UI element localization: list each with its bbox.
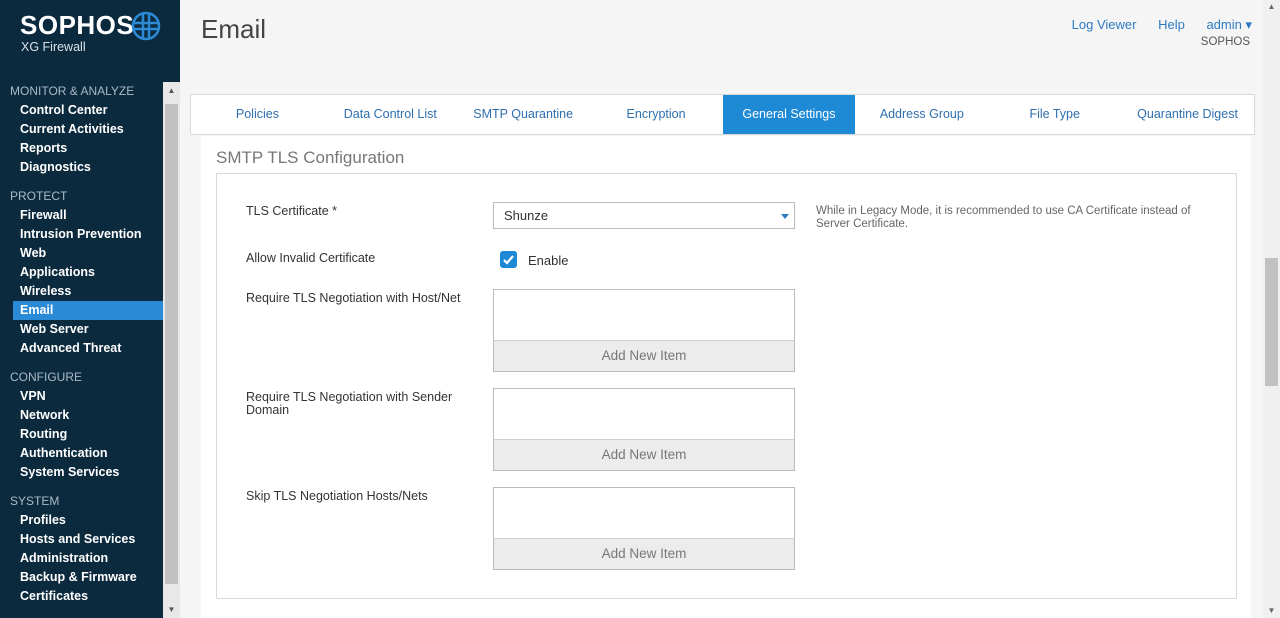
tab-quarantine-digest[interactable]: Quarantine Digest [1121,95,1254,134]
scroll-up-icon[interactable]: ▲ [163,82,180,99]
scroll-down-icon[interactable]: ▼ [1263,604,1280,618]
top-links: Log Viewer Help admin ▾ [1054,17,1252,33]
sidebar-item-diagnostics[interactable]: Diagnostics [13,158,163,177]
sidebar-item-system-services[interactable]: System Services [13,463,163,482]
require-tls-sender-list[interactable]: Add New Item [493,388,795,471]
sidebar-scroll-thumb[interactable] [165,104,178,584]
sidebar-item-routing[interactable]: Routing [13,425,163,444]
section-title: SMTP TLS Configuration [216,148,405,167]
require-tls-sender-label: Require TLS Negotiation with Sender Doma… [246,390,453,417]
brand-logo[interactable]: SOPHOS XG Firewall [0,0,180,72]
sidebar-item-vpn[interactable]: VPN [13,387,163,406]
tls-certificate-hint: While in Legacy Mode, it is recommended … [816,205,1191,230]
add-new-item-button[interactable]: Add New Item [494,439,794,470]
tls-certificate-label: TLS Certificate * [246,204,338,218]
globe-icon [131,11,161,41]
tab-data-control-list[interactable]: Data Control List [324,95,457,134]
sidebar: SOPHOS XG Firewall MONITOR & ANALYZE Con… [0,0,180,618]
tab-policies[interactable]: Policies [191,95,324,134]
sidebar-scrollbar[interactable]: ▲ ▼ [163,82,180,618]
chevron-down-icon [781,214,789,219]
sidebar-item-intrusion-prevention[interactable]: Intrusion Prevention [13,225,163,244]
allow-invalid-checkbox[interactable] [500,251,517,268]
tab-encryption[interactable]: Encryption [590,95,723,134]
tls-certificate-select[interactable]: Shunze [493,202,795,229]
tls-certificate-value: Shunze [504,208,549,223]
nav-section-title: SYSTEM [10,494,60,508]
nav-section-title: MONITOR & ANALYZE [10,84,135,98]
tab-general-settings[interactable]: General Settings [722,95,856,134]
main-content: SMTP TLS Configuration TLS Certificate *… [201,136,1251,618]
enable-label[interactable]: Enable [528,253,568,268]
sidebar-item-advanced-threat[interactable]: Advanced Threat [13,339,163,358]
sidebar-item-hosts-and-services[interactable]: Hosts and Services [13,530,163,549]
brand-name: SOPHOS [20,10,135,40]
scroll-up-icon[interactable]: ▲ [1263,0,1280,14]
sidebar-item-profiles[interactable]: Profiles [13,511,163,530]
nav-section-title: PROTECT [10,189,68,203]
sidebar-item-applications[interactable]: Applications [13,263,163,282]
log-viewer-link[interactable]: Log Viewer [1072,17,1137,32]
checkmark-icon [503,255,514,265]
sidebar-item-certificates[interactable]: Certificates [13,587,163,606]
tab-address-group[interactable]: Address Group [855,95,988,134]
sidebar-item-web-server[interactable]: Web Server [13,320,163,339]
admin-menu[interactable]: admin ▾ [1206,17,1252,32]
sidebar-item-email[interactable]: Email [13,301,163,320]
sidebar-item-control-center[interactable]: Control Center [13,101,163,120]
sidebar-nav: MONITOR & ANALYZE Control Center Current… [0,82,163,618]
skip-tls-hosts-list[interactable]: Add New Item [493,487,795,570]
page-title: Email [201,14,267,44]
nav-section-monitor: MONITOR & ANALYZE Control Center Current… [0,82,163,177]
help-link[interactable]: Help [1158,17,1185,32]
main-scrollbar[interactable]: ▲ ▼ [1263,0,1280,618]
scroll-down-icon[interactable]: ▼ [163,601,180,618]
allow-invalid-certificate-label: Allow Invalid Certificate [246,251,376,265]
tab-bar: Policies Data Control List SMTP Quaranti… [190,94,1255,135]
skip-tls-hosts-label: Skip TLS Negotiation Hosts/Nets [246,489,428,503]
sidebar-item-authentication[interactable]: Authentication [13,444,163,463]
main-scroll-thumb[interactable] [1265,258,1278,386]
nav-section-configure: CONFIGURE VPN Network Routing Authentica… [0,368,163,482]
nav-section-protect: PROTECT Firewall Intrusion Prevention We… [0,187,163,358]
sidebar-item-current-activities[interactable]: Current Activities [13,120,163,139]
add-new-item-button[interactable]: Add New Item [494,340,794,371]
sidebar-item-firewall[interactable]: Firewall [13,206,163,225]
sidebar-item-backup-firmware[interactable]: Backup & Firmware [13,568,163,587]
product-name: XG Firewall [21,40,86,54]
nav-section-system: SYSTEM Profiles Hosts and Services Admin… [0,492,163,606]
sidebar-item-wireless[interactable]: Wireless [13,282,163,301]
sidebar-item-reports[interactable]: Reports [13,139,163,158]
org-name: SOPHOS [1200,36,1250,48]
require-tls-host-label: Require TLS Negotiation with Host/Net [246,291,461,305]
sidebar-item-web[interactable]: Web [13,244,163,263]
tab-smtp-quarantine[interactable]: SMTP Quarantine [457,95,590,134]
tab-file-type[interactable]: File Type [988,95,1121,134]
add-new-item-button[interactable]: Add New Item [494,538,794,569]
require-tls-host-list[interactable]: Add New Item [493,289,795,372]
sidebar-item-network[interactable]: Network [13,406,163,425]
sidebar-item-administration[interactable]: Administration [13,549,163,568]
nav-section-title: CONFIGURE [10,370,82,384]
smtp-tls-panel: TLS Certificate * Shunze While in Legacy… [216,173,1237,599]
